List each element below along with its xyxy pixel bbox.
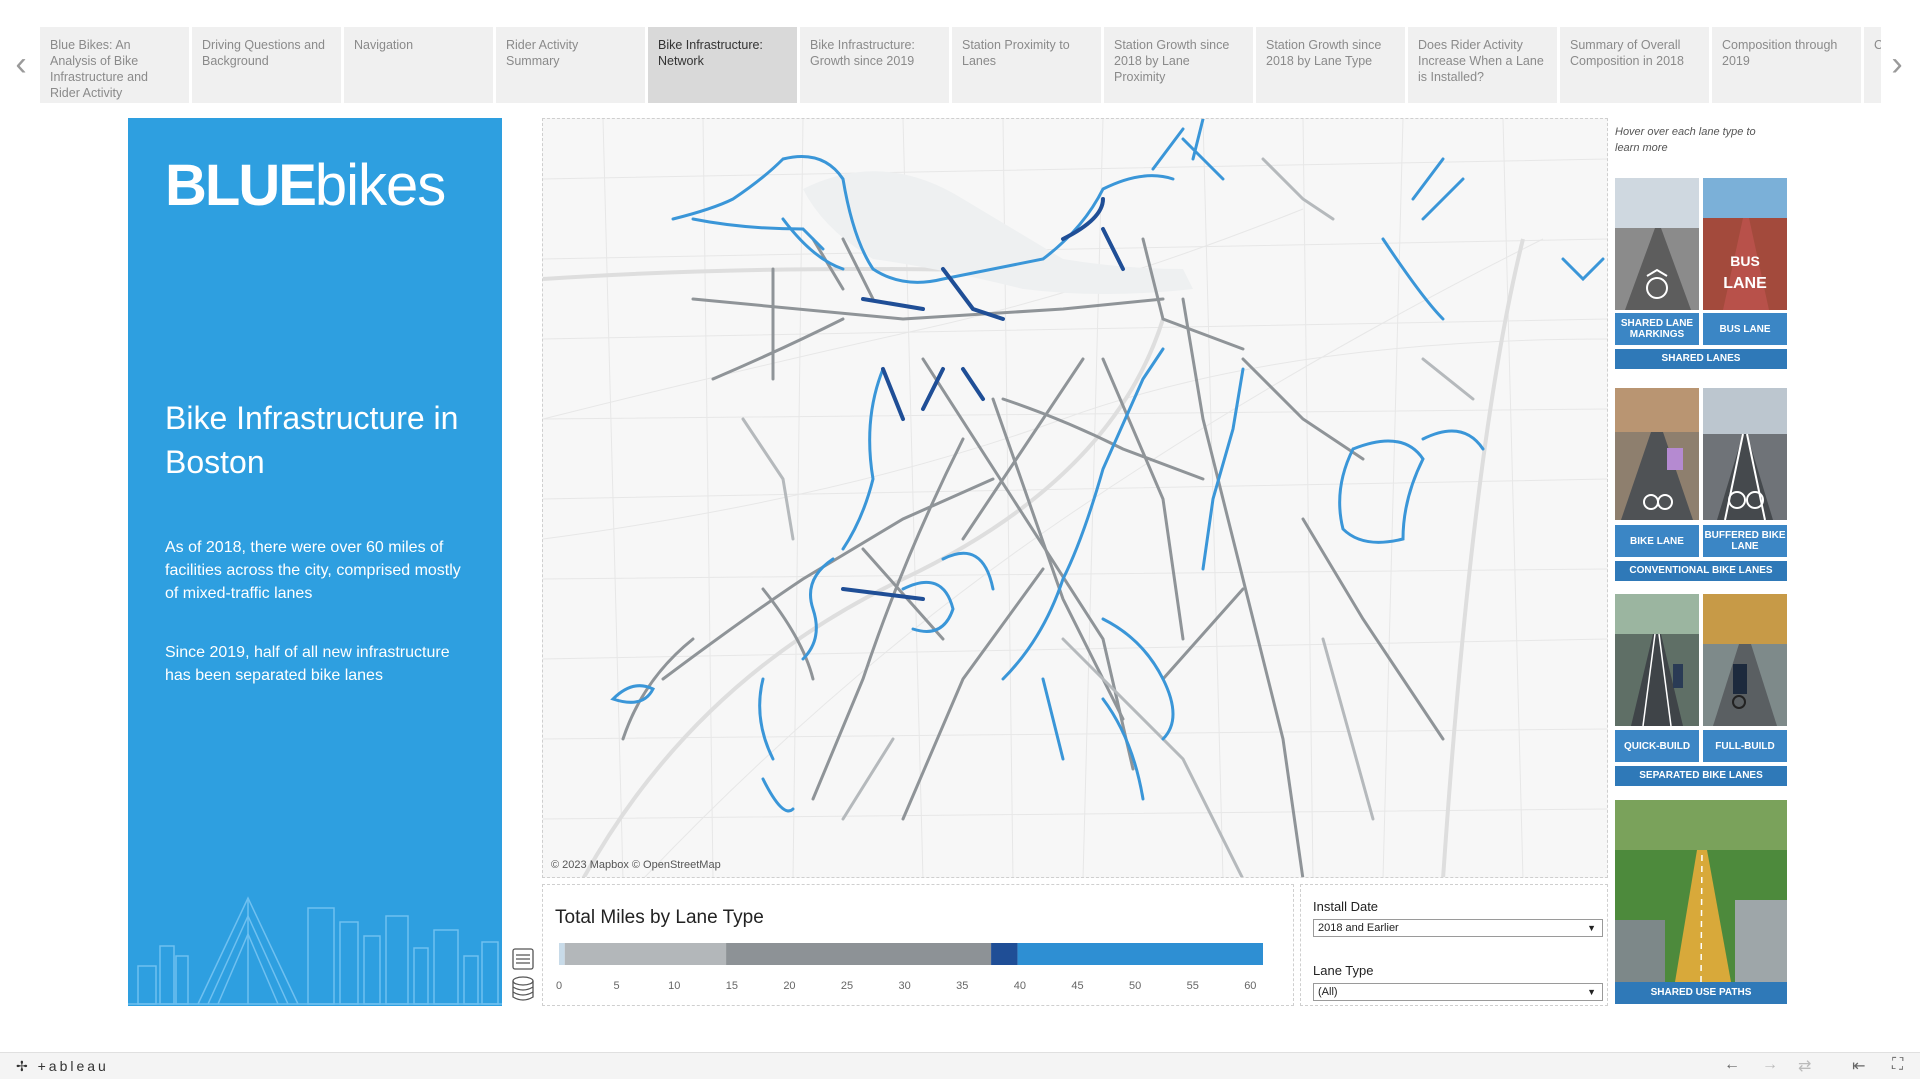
bluebikes-sidebar: BLUEbikes Bike Infrastructure in Boston … bbox=[128, 118, 502, 1006]
tab-3[interactable]: Rider Activity Summary bbox=[496, 27, 645, 103]
x-tick-label: 20 bbox=[783, 980, 795, 992]
x-tick-label: 50 bbox=[1129, 980, 1141, 992]
layers-icon bbox=[512, 948, 534, 970]
install-date-select[interactable]: 2018 and Earlier ▼ bbox=[1313, 919, 1603, 937]
tableau-footer: ✢ +ableau ← → ⇄ ⇤ ⛶ bbox=[0, 1052, 1920, 1079]
buffered-bike-lane-button[interactable]: BUFFERED BIKE LANE bbox=[1703, 525, 1787, 557]
shared-lanes-button[interactable]: SHARED LANES bbox=[1615, 349, 1787, 369]
first-page-icon[interactable]: ⇤ bbox=[1852, 1056, 1865, 1076]
svg-text:BUS: BUS bbox=[1730, 253, 1760, 269]
story-tabs: Blue Bikes: An Analysis of Bike Infrastr… bbox=[40, 27, 1881, 103]
filter-panel: Install Date 2018 and Earlier ▼ Lane Typ… bbox=[1300, 884, 1608, 1006]
revert-icon[interactable]: ⇄ bbox=[1798, 1056, 1811, 1076]
tab-11[interactable]: Composition through 2019 bbox=[1712, 27, 1861, 103]
bar-segment-2[interactable] bbox=[726, 943, 992, 965]
boston-skyline-illustration bbox=[128, 896, 502, 1005]
lane-type-legend: Hover over each lane type to learn more … bbox=[1612, 118, 1800, 1006]
x-tick-label: 5 bbox=[614, 980, 620, 992]
full-build-photo[interactable] bbox=[1703, 594, 1787, 726]
tab-0[interactable]: Blue Bikes: An Analysis of Bike Infrastr… bbox=[40, 27, 189, 103]
chart-canvas[interactable]: 0 5 10 15 20 25 30 35 40 45 50 55 60 bbox=[543, 885, 1295, 1007]
lane-type-select[interactable]: (All) ▼ bbox=[1313, 983, 1603, 1001]
page-title: Bike Infrastructure in Boston bbox=[165, 400, 459, 480]
redo-icon[interactable]: → bbox=[1762, 1056, 1778, 1074]
full-build-button[interactable]: FULL-BUILD bbox=[1703, 730, 1787, 762]
tableau-logo[interactable]: ✢ +ableau bbox=[16, 1058, 109, 1075]
database-icon bbox=[512, 976, 534, 1001]
undo-icon[interactable]: ← bbox=[1724, 1056, 1740, 1074]
tab-4[interactable]: Bike Infrastructure: Network bbox=[648, 27, 797, 103]
tab-7[interactable]: Station Growth since 2018 by Lane Proxim… bbox=[1104, 27, 1253, 103]
tab-10[interactable]: Summary of Overall Composition in 2018 bbox=[1560, 27, 1709, 103]
x-tick-label: 60 bbox=[1244, 980, 1256, 992]
tableau-mark-icon: ✢ bbox=[16, 1058, 31, 1074]
svg-text:LANE: LANE bbox=[1723, 275, 1767, 292]
intro-paragraph: As of 2018, there were over 60 miles of … bbox=[165, 539, 461, 602]
bus-lane-photo[interactable]: BUS LANE bbox=[1703, 178, 1787, 310]
x-tick-label: 40 bbox=[1014, 980, 1026, 992]
chevron-left-icon[interactable]: ‹ bbox=[6, 44, 36, 84]
bar-segment-0[interactable] bbox=[559, 943, 565, 965]
x-tick-label: 45 bbox=[1071, 980, 1083, 992]
chevron-right-icon[interactable]: › bbox=[1882, 44, 1912, 84]
shared-lane-markings-button[interactable]: SHARED LANE MARKINGS bbox=[1615, 313, 1699, 345]
bar-segment-4[interactable] bbox=[1017, 943, 1263, 965]
x-tick-label: 15 bbox=[726, 980, 738, 992]
x-tick-label: 10 bbox=[668, 980, 680, 992]
tab-8[interactable]: Station Growth since 2018 by Lane Type bbox=[1256, 27, 1405, 103]
shared-use-paths-button[interactable]: SHARED USE PATHS bbox=[1615, 982, 1787, 1004]
shared-lane-markings-photo[interactable] bbox=[1615, 178, 1699, 310]
tab-5[interactable]: Bike Infrastructure: Growth since 2019 bbox=[800, 27, 949, 103]
x-tick-label: 0 bbox=[556, 980, 562, 992]
x-tick-label: 55 bbox=[1187, 980, 1199, 992]
hover-hint: Hover over each lane type to learn more bbox=[1615, 126, 1756, 154]
tab-2[interactable]: Navigation bbox=[344, 27, 493, 103]
map-attribution: © 2023 Mapbox © OpenStreetMap bbox=[551, 859, 721, 871]
quick-build-button[interactable]: QUICK-BUILD bbox=[1615, 730, 1699, 762]
bar-segment-1[interactable] bbox=[564, 943, 727, 965]
bluebikes-logo: BLUEbikes bbox=[165, 153, 446, 218]
tab-12[interactable]: C 2 bbox=[1864, 27, 1881, 103]
story-tabstrip: ‹ Blue Bikes: An Analysis of Bike Infras… bbox=[0, 0, 1920, 118]
tab-6[interactable]: Station Proximity to Lanes bbox=[952, 27, 1101, 103]
chevron-down-icon: ▼ bbox=[1587, 987, 1596, 997]
map-canvas[interactable] bbox=[543, 119, 1608, 878]
bike-network-map[interactable]: © 2023 Mapbox © OpenStreetMap bbox=[542, 118, 1608, 878]
bus-lane-button[interactable]: BUS LANE bbox=[1703, 313, 1787, 345]
chevron-down-icon: ▼ bbox=[1587, 923, 1596, 933]
separated-bike-lanes-button[interactable]: SEPARATED BIKE LANES bbox=[1615, 766, 1787, 786]
tab-1[interactable]: Driving Questions and Background bbox=[192, 27, 341, 103]
lane-type-label: Lane Type bbox=[1313, 963, 1374, 978]
quick-build-photo[interactable] bbox=[1615, 594, 1699, 726]
x-tick-label: 30 bbox=[899, 980, 911, 992]
fullscreen-icon[interactable]: ⛶ bbox=[1892, 1056, 1903, 1074]
tab-9[interactable]: Does Rider Activity Increase When a Lane… bbox=[1408, 27, 1557, 103]
view-icons bbox=[508, 945, 538, 1005]
total-miles-chart: Total Miles by Lane Type 0 5 10 15 20 25 30 35 4… bbox=[542, 884, 1294, 1006]
bike-lane-photo[interactable] bbox=[1615, 388, 1699, 520]
buffered-bike-lane-photo[interactable] bbox=[1703, 388, 1787, 520]
shared-use-path-photo[interactable] bbox=[1615, 800, 1787, 982]
bike-lane-button[interactable]: BIKE LANE bbox=[1615, 525, 1699, 557]
growth-paragraph: Since 2019, half of all new infrastructu… bbox=[165, 644, 450, 684]
bar-segment-3[interactable] bbox=[991, 943, 1018, 965]
x-tick-label: 25 bbox=[841, 980, 853, 992]
conventional-bike-lanes-button[interactable]: CONVENTIONAL BIKE LANES bbox=[1615, 561, 1787, 581]
install-date-label: Install Date bbox=[1313, 899, 1379, 914]
x-tick-label: 35 bbox=[956, 980, 968, 992]
